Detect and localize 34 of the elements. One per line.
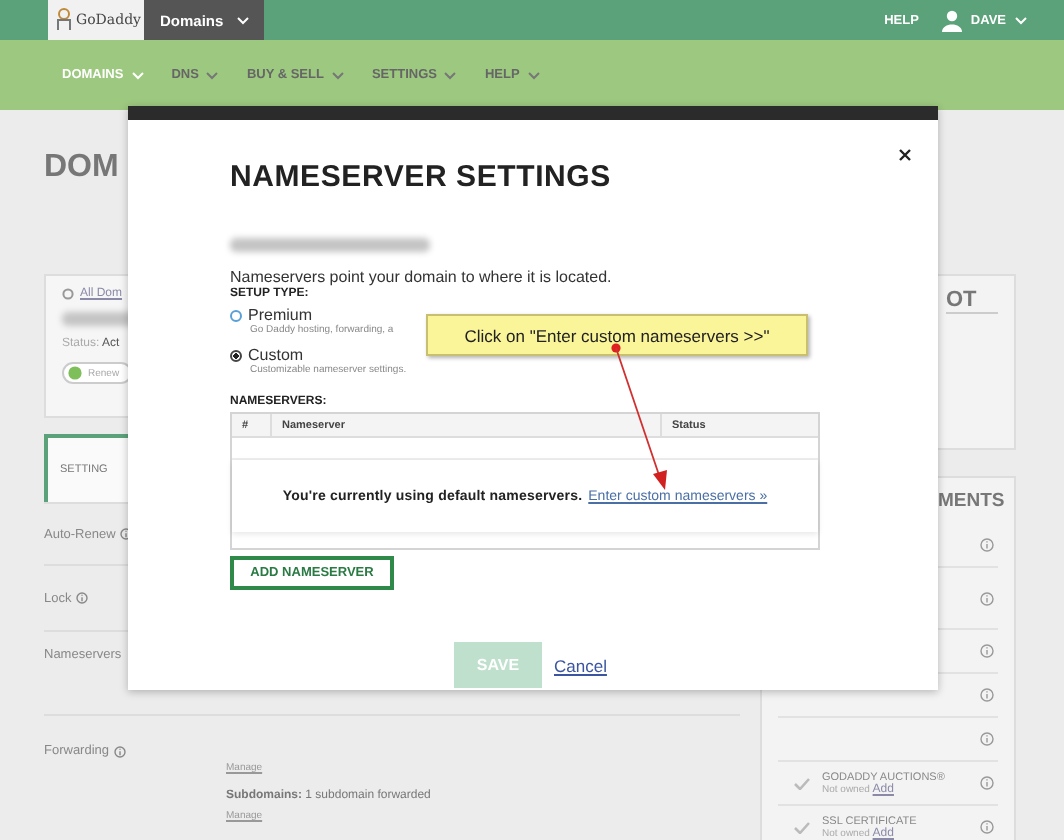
info-icon[interactable] <box>980 538 994 552</box>
caret-icon <box>1014 15 1028 25</box>
caret-icon <box>331 71 344 79</box>
card-title: MENTS <box>938 490 1005 512</box>
info-icon[interactable] <box>113 746 126 758</box>
info-icon[interactable] <box>980 820 994 834</box>
check-icon <box>794 821 810 833</box>
circle-icon <box>62 288 74 300</box>
caret-icon <box>444 71 457 79</box>
caret-icon <box>527 71 540 79</box>
info-icon[interactable] <box>980 688 994 702</box>
cancel-link[interactable]: Cancel <box>554 655 607 675</box>
check-icon <box>794 777 810 789</box>
callout-note: Click on "Enter custom nameservers >>" <box>426 314 808 356</box>
description-text: Nameservers point your domain to where it is located. <box>230 268 614 286</box>
dialog-title: NAMESERVER SETTINGS <box>230 160 613 194</box>
caret-icon <box>131 71 144 79</box>
info-icon[interactable] <box>980 732 994 746</box>
close-icon[interactable] <box>894 144 914 164</box>
info-icon[interactable] <box>119 528 132 540</box>
page-heading: DOM <box>44 148 119 188</box>
mascot-icon <box>56 8 72 32</box>
radio-option[interactable]: Premium <box>230 306 313 324</box>
info-icon[interactable] <box>980 591 994 605</box>
caret-icon <box>235 15 250 25</box>
card-title: OT <box>946 288 998 314</box>
info-icon[interactable] <box>75 592 88 604</box>
info-icon[interactable] <box>980 644 994 658</box>
radio-option[interactable]: Custom <box>230 346 304 364</box>
caret-icon <box>206 71 219 79</box>
info-icon[interactable] <box>980 776 994 790</box>
radio-button[interactable] <box>230 349 242 361</box>
radio-button[interactable] <box>230 309 242 321</box>
user-icon <box>942 9 963 31</box>
